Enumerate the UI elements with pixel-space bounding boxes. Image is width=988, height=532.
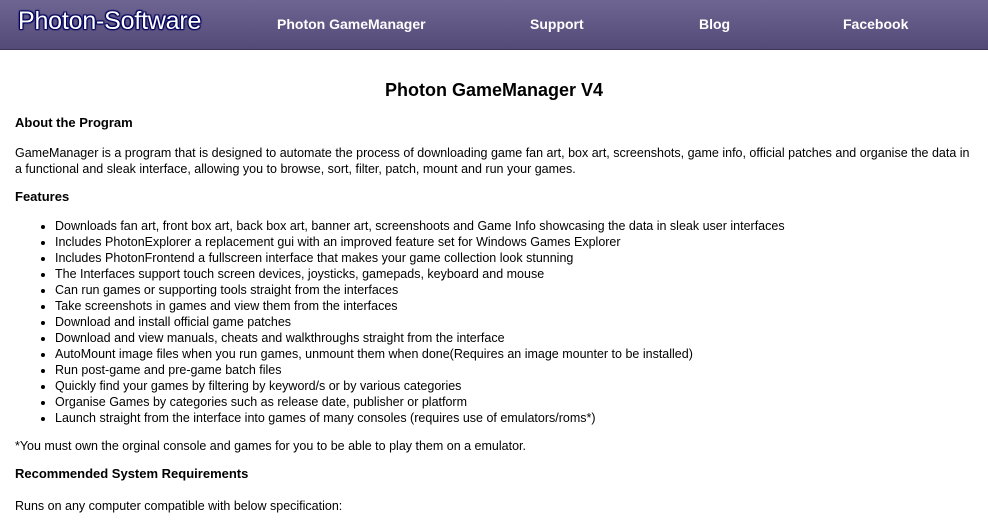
list-item: Organise Games by categories such as rel…: [55, 394, 973, 410]
main-content: Photon GameManager V4 About the Program …: [0, 79, 988, 514]
nav-link-blog[interactable]: Blog: [699, 16, 730, 32]
list-item: Download and install official game patch…: [55, 314, 973, 330]
top-navbar: Photon-Software Photon GameManager Suppo…: [0, 0, 988, 50]
list-item: Launch straight from the interface into …: [55, 410, 973, 426]
list-item: Includes PhotonExplorer a replacement gu…: [55, 234, 973, 250]
features-heading: Features: [15, 189, 70, 204]
about-heading: About the Program: [15, 115, 133, 130]
site-logo-link[interactable]: Photon-Software: [18, 7, 201, 36]
nav-link-support[interactable]: Support: [530, 16, 584, 32]
page-title: Photon GameManager V4: [384, 80, 604, 100]
list-item: Download and view manuals, cheats and wa…: [55, 330, 973, 346]
list-item: AutoMount image files when you run games…: [55, 346, 973, 362]
about-text: GameManager is a program that is designe…: [15, 146, 970, 176]
requirements-heading: Recommended System Requirements: [15, 466, 249, 481]
nav-link-facebook[interactable]: Facebook: [843, 16, 908, 32]
emulator-footnote: *You must own the orginal console and ga…: [15, 439, 526, 453]
list-item: Take screenshots in games and view them …: [55, 298, 973, 314]
list-item: Downloads fan art, front box art, back b…: [55, 218, 973, 234]
list-item: Can run games or supporting tools straig…: [55, 282, 973, 298]
nav-link-photon-gamemanager[interactable]: Photon GameManager: [277, 16, 426, 32]
list-item: Run post-game and pre-game batch files: [55, 362, 973, 378]
list-item: Includes PhotonFrontend a fullscreen int…: [55, 250, 973, 266]
requirements-text: Runs on any computer compatible with bel…: [15, 499, 343, 513]
list-item: The Interfaces support touch screen devi…: [55, 266, 973, 282]
list-item: Quickly find your games by filtering by …: [55, 378, 973, 394]
features-list: Downloads fan art, front box art, back b…: [15, 218, 973, 426]
